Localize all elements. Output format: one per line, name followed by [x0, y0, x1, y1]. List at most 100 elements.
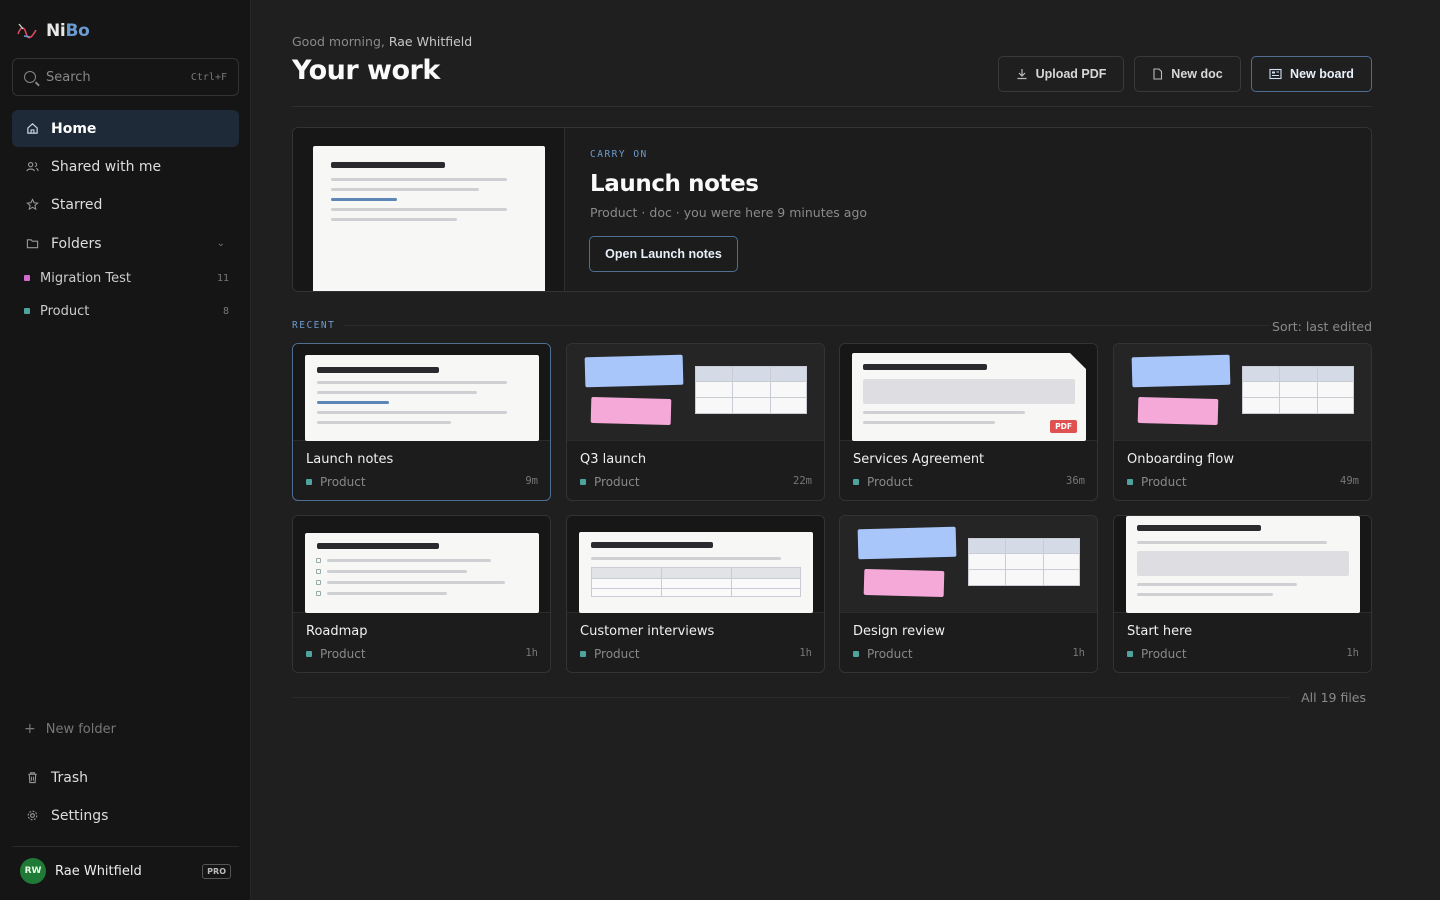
- new-folder-label: New folder: [45, 721, 116, 737]
- download-icon: [1017, 69, 1027, 80]
- trash-icon: [28, 772, 37, 784]
- sidebar-item-folders[interactable]: Folders ⌄: [12, 225, 239, 262]
- card-time: 1h: [1072, 647, 1085, 659]
- search-shortcut: Ctrl+F: [190, 71, 227, 83]
- card-title: Q3 launch: [580, 452, 647, 467]
- card-thumbnail: [1114, 516, 1371, 613]
- card-thumbnail: [293, 516, 550, 613]
- user-account[interactable]: RW Rae Whitfield PRO: [20, 858, 231, 884]
- file-card-services-agreement[interactable]: PDF Services Agreement Product 36m: [839, 343, 1098, 501]
- upload-pdf-label: Upload PDF: [1035, 67, 1107, 81]
- new-doc-label: New doc: [1171, 67, 1223, 81]
- sidebar: NiBo Search Ctrl+F Home Shared with me S…: [0, 0, 251, 900]
- card-title: Roadmap: [306, 624, 368, 639]
- file-card-customer-interviews[interactable]: Customer interviews Product 1h: [566, 515, 825, 673]
- new-doc-button[interactable]: New doc: [1134, 56, 1241, 92]
- card-title: Customer interviews: [580, 624, 715, 639]
- sidebar-item-label: Home: [51, 120, 97, 137]
- file-card-q3-launch[interactable]: Q3 launch Product 22m: [566, 343, 825, 501]
- sidebar-item-label: Folders: [51, 235, 102, 252]
- sort-dropdown[interactable]: Sort: last edited: [1272, 319, 1372, 334]
- file-card-launch-notes[interactable]: Launch notes Product 9m: [292, 343, 551, 501]
- header-divider: [292, 106, 1372, 107]
- file-card-start-here[interactable]: Start here Product 1h: [1113, 515, 1372, 673]
- card-title: Start here: [1127, 624, 1193, 639]
- card-folder: Product: [306, 475, 366, 489]
- folder-color-dot: [24, 275, 30, 281]
- card-title: Launch notes: [306, 452, 394, 467]
- star-icon: [26, 198, 39, 211]
- folder-item-migration-test[interactable]: Migration Test 11: [12, 264, 239, 292]
- card-thumbnail: [567, 344, 824, 441]
- folder-name: Migration Test: [40, 270, 132, 286]
- search-placeholder: Search: [46, 69, 91, 85]
- sidebar-item-label: Settings: [51, 807, 109, 824]
- home-icon: [27, 123, 38, 134]
- file-card-onboarding-flow[interactable]: Onboarding flow Product 49m: [1113, 343, 1372, 501]
- carry-on-title: Launch notes: [590, 171, 759, 197]
- card-thumbnail: [567, 516, 824, 613]
- sidebar-item-label: Shared with me: [51, 158, 162, 175]
- carry-on-eyebrow: CARRY ON: [590, 149, 648, 160]
- card-folder: Product: [580, 647, 640, 661]
- carry-on-card[interactable]: CARRY ON Launch notes Product · doc · yo…: [292, 127, 1372, 292]
- all-files-link[interactable]: All 19 files: [1301, 690, 1366, 705]
- recent-divider: [344, 325, 1270, 326]
- nibo-logo-icon: [17, 23, 37, 39]
- card-folder: Product: [853, 647, 913, 661]
- open-launch-notes-button[interactable]: Open Launch notes: [589, 236, 738, 272]
- card-time: 1h: [525, 647, 538, 659]
- folder-count: 8: [222, 305, 229, 317]
- card-title: Services Agreement: [853, 452, 985, 467]
- new-folder-button[interactable]: + New folder: [24, 721, 116, 737]
- card-time: 49m: [1340, 475, 1359, 487]
- all-files-divider: [292, 697, 1290, 698]
- card-thumbnail: PDF: [840, 344, 1097, 441]
- sidebar-item-settings[interactable]: Settings: [12, 797, 239, 834]
- search-icon: [24, 71, 36, 83]
- card-folder: Product: [1127, 475, 1187, 489]
- folder-color-dot: [24, 308, 30, 314]
- folder-count: 11: [216, 272, 229, 284]
- card-thumbnail: [293, 344, 550, 441]
- card-time: 1h: [799, 647, 812, 659]
- document-icon: [1153, 68, 1163, 80]
- upload-pdf-button[interactable]: Upload PDF: [998, 56, 1124, 92]
- greeting: Good morning, Rae Whitfield: [292, 34, 473, 49]
- card-folder: Product: [1127, 647, 1187, 661]
- plan-badge: PRO: [202, 863, 231, 879]
- sidebar-item-starred[interactable]: Starred: [12, 186, 239, 223]
- page-title: Your work: [292, 55, 440, 86]
- card-title: Design review: [853, 624, 946, 639]
- chevron-down-icon[interactable]: ⌄: [217, 238, 225, 249]
- file-card-design-review[interactable]: Design review Product 1h: [839, 515, 1098, 673]
- brand[interactable]: NiBo: [16, 18, 90, 44]
- card-time: 22m: [793, 475, 812, 487]
- card-folder: Product: [306, 647, 366, 661]
- sidebar-item-home[interactable]: Home: [12, 110, 239, 147]
- card-title: Onboarding flow: [1127, 452, 1235, 467]
- folder-name: Product: [40, 303, 90, 319]
- carry-on-thumbnail: [293, 128, 565, 291]
- sidebar-item-label: Trash: [51, 769, 88, 786]
- new-board-label: New board: [1290, 67, 1354, 81]
- sidebar-item-shared[interactable]: Shared with me: [12, 148, 239, 185]
- search-input[interactable]: Search Ctrl+F: [12, 58, 239, 96]
- folder-icon: [26, 239, 39, 249]
- carry-on-meta: Product · doc · you were here 9 minutes …: [590, 205, 868, 220]
- users-icon: [26, 161, 39, 172]
- new-board-button[interactable]: New board: [1251, 56, 1372, 92]
- recent-section-label: RECENT: [292, 320, 336, 331]
- folder-item-product[interactable]: Product 8: [12, 297, 239, 325]
- gear-icon: [27, 810, 38, 821]
- user-name: Rae Whitfield: [55, 863, 142, 879]
- card-folder: Product: [580, 475, 640, 489]
- card-time: 9m: [525, 475, 538, 487]
- card-time: 1h: [1346, 647, 1359, 659]
- card-thumbnail: [840, 516, 1097, 613]
- sidebar-item-trash[interactable]: Trash: [12, 759, 239, 796]
- doc-preview: [313, 146, 545, 291]
- sidebar-item-label: Starred: [51, 196, 103, 213]
- card-thumbnail: [1114, 344, 1371, 441]
- file-card-roadmap[interactable]: Roadmap Product 1h: [292, 515, 551, 673]
